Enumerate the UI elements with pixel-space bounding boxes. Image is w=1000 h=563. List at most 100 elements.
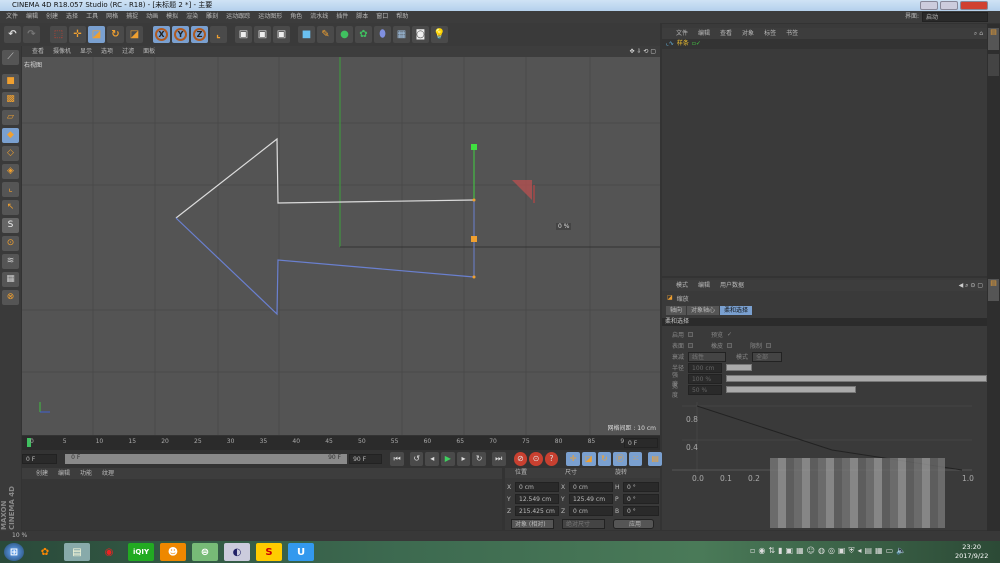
preview-checkbox[interactable]: ✓ bbox=[727, 331, 732, 338]
rotation-field[interactable]: 0 ° bbox=[623, 494, 659, 504]
edges-mode-icon[interactable]: ◇ bbox=[2, 146, 19, 161]
am-menu-userdata[interactable]: 用户数据 bbox=[720, 280, 744, 291]
content-browser-tab[interactable] bbox=[988, 54, 999, 76]
go-to-start-icon[interactable]: ⏮ bbox=[390, 452, 404, 466]
menu-simulate[interactable]: 模拟 bbox=[166, 11, 178, 23]
size-field[interactable]: 125.49 cm bbox=[569, 494, 613, 504]
polygons-mode-icon[interactable]: ◈ bbox=[2, 164, 19, 179]
material-menu-create[interactable]: 创建 bbox=[36, 468, 48, 479]
close-button[interactable] bbox=[960, 1, 988, 10]
menu-character[interactable]: 角色 bbox=[290, 11, 302, 23]
viewport-menu-options[interactable]: 选项 bbox=[101, 46, 113, 57]
restrict-checkbox[interactable] bbox=[766, 343, 772, 348]
falloff-select[interactable]: 线性 bbox=[688, 351, 727, 362]
next-frame-icon[interactable]: ▸ bbox=[456, 452, 471, 466]
viewport-menu-display[interactable]: 显示 bbox=[80, 46, 92, 57]
attributes-tab[interactable]: ▤ bbox=[988, 279, 999, 301]
menu-plugins[interactable]: 插件 bbox=[336, 11, 348, 23]
om-menu-edit[interactable]: 编辑 bbox=[698, 28, 710, 39]
position-field[interactable]: 12.549 cm bbox=[515, 494, 559, 504]
visibility-check-icon[interactable]: ▫✓ bbox=[692, 39, 701, 49]
system-tray-icons[interactable]: ▫◉⇅▮▣▦☺◍◎▣⛨◂▤▦▭🔈 bbox=[750, 546, 909, 556]
tab-object-axis[interactable]: 对象轴心 bbox=[687, 306, 720, 315]
autokey-icon[interactable]: ⊙ bbox=[529, 452, 543, 466]
size-mode-select[interactable]: 绝对尺寸 bbox=[561, 519, 605, 529]
menu-motion-tracking[interactable]: 运动跟踪 bbox=[226, 11, 250, 23]
maximize-button[interactable] bbox=[940, 1, 958, 10]
sync-app-icon[interactable]: ⊜ bbox=[192, 543, 218, 561]
frame-range-slider[interactable]: 0 F 90 F bbox=[65, 454, 348, 464]
rotate-icon[interactable]: ↻ bbox=[107, 26, 124, 43]
object-row[interactable]: ⌞∿ 样条 ▫✓ bbox=[662, 39, 987, 49]
menu-sculpt[interactable]: 雕刻 bbox=[206, 11, 218, 23]
om-menu-view[interactable]: 查看 bbox=[720, 28, 732, 39]
menu-animate[interactable]: 动画 bbox=[146, 11, 158, 23]
key-position-icon[interactable]: ✛ bbox=[566, 452, 580, 466]
viewport-menu-panel[interactable]: 面板 bbox=[143, 46, 155, 57]
grid-icon[interactable]: ▦ bbox=[2, 272, 19, 287]
timeline-window-icon[interactable]: ▤ bbox=[648, 452, 662, 466]
coord-mode-select[interactable]: 对象 (相对) bbox=[511, 519, 554, 529]
key-parameter-icon[interactable]: Ⓟ bbox=[613, 452, 627, 466]
spline-segment[interactable] bbox=[175, 217, 475, 316]
viewport-nav-icons[interactable]: ✥ ⇩ ⟲ ▢ bbox=[630, 46, 656, 57]
position-field[interactable]: 0 cm bbox=[515, 482, 559, 492]
light-icon[interactable]: 💡 bbox=[431, 26, 448, 43]
app-s-icon[interactable]: S bbox=[256, 543, 282, 561]
qq-game-icon[interactable]: ☻ bbox=[160, 543, 186, 561]
spline-selected-segment[interactable] bbox=[175, 137, 475, 219]
go-to-end-icon[interactable]: ⏭ bbox=[491, 452, 506, 466]
rubber-checkbox[interactable] bbox=[727, 343, 733, 348]
current-frame-field[interactable]: 0 F bbox=[624, 438, 658, 448]
z-handle-icon[interactable] bbox=[471, 236, 477, 242]
layout-select[interactable]: 启动 bbox=[922, 12, 988, 22]
floor-icon[interactable]: ▦ bbox=[393, 26, 410, 43]
make-editable-icon[interactable]: ⟋ bbox=[2, 50, 19, 65]
subdivision-icon[interactable]: ● bbox=[336, 26, 353, 43]
tweak-mode-icon[interactable]: ↖ bbox=[2, 200, 19, 215]
camera-icon[interactable]: ◙ bbox=[412, 26, 429, 43]
key-rotation-icon[interactable]: ↻ bbox=[597, 452, 612, 466]
render-settings-icon[interactable]: ▣ bbox=[273, 26, 290, 43]
coordinate-system-icon[interactable]: ⌞ bbox=[210, 26, 227, 43]
om-menu-objects[interactable]: 对象 bbox=[742, 28, 754, 39]
array-icon[interactable]: ✿ bbox=[355, 26, 372, 43]
viewport-menu-view[interactable]: 查看 bbox=[32, 46, 44, 57]
workplane-icon[interactable]: ▱ bbox=[2, 110, 19, 125]
texture-mode-icon[interactable]: ▩ bbox=[2, 92, 19, 107]
record-icon[interactable]: ⊘ bbox=[513, 452, 528, 466]
menu-help[interactable]: 帮助 bbox=[396, 11, 408, 23]
next-key-icon[interactable]: ↻ bbox=[472, 452, 486, 466]
model-mode-icon[interactable]: ■ bbox=[2, 74, 19, 89]
prev-frame-icon[interactable]: ◂ bbox=[425, 452, 440, 466]
undo-icon[interactable]: ↶ bbox=[4, 26, 21, 43]
select-icon[interactable]: ⬚ bbox=[50, 26, 67, 43]
redo-icon[interactable]: ↷ bbox=[23, 26, 40, 43]
pen-icon[interactable]: ✎ bbox=[317, 26, 334, 43]
app-u-icon[interactable]: U bbox=[288, 543, 314, 561]
apply-button[interactable]: 应用 bbox=[612, 519, 654, 529]
key-scale-icon[interactable]: ◪ bbox=[581, 452, 596, 466]
strength-field[interactable]: 100 % bbox=[687, 373, 722, 384]
start-frame-field[interactable]: 0 F bbox=[22, 454, 58, 464]
om-menu-bookmarks[interactable]: 书签 bbox=[786, 28, 798, 39]
material-menu-texture[interactable]: 纹理 bbox=[102, 468, 114, 479]
prev-key-icon[interactable]: ↺ bbox=[409, 452, 424, 466]
z-axis-icon[interactable]: Z bbox=[191, 26, 208, 43]
rotation-field[interactable]: 0 ° bbox=[623, 482, 659, 492]
menu-snap[interactable]: 捕捉 bbox=[126, 11, 138, 23]
strength-slider[interactable] bbox=[725, 375, 987, 382]
tab-axis[interactable]: 轴向 bbox=[666, 306, 687, 315]
mode-select[interactable]: 全部 bbox=[752, 351, 783, 362]
netease-music-icon[interactable]: ◉ bbox=[96, 543, 122, 561]
menu-select[interactable]: 选择 bbox=[66, 11, 78, 23]
app-icon-ie[interactable]: ✿ bbox=[32, 543, 58, 561]
surface-checkbox[interactable] bbox=[688, 343, 694, 348]
y-handle-icon[interactable] bbox=[471, 144, 477, 150]
lock-icon[interactable]: ⊗ bbox=[2, 290, 19, 305]
layers-icon[interactable]: ≋ bbox=[2, 254, 19, 269]
viewport-menu-cameras[interactable]: 摄像机 bbox=[53, 46, 71, 57]
key-pla-icon[interactable]: ⁙ bbox=[628, 452, 643, 466]
material-menu-function[interactable]: 功能 bbox=[80, 468, 92, 479]
width-slider[interactable] bbox=[725, 386, 987, 393]
